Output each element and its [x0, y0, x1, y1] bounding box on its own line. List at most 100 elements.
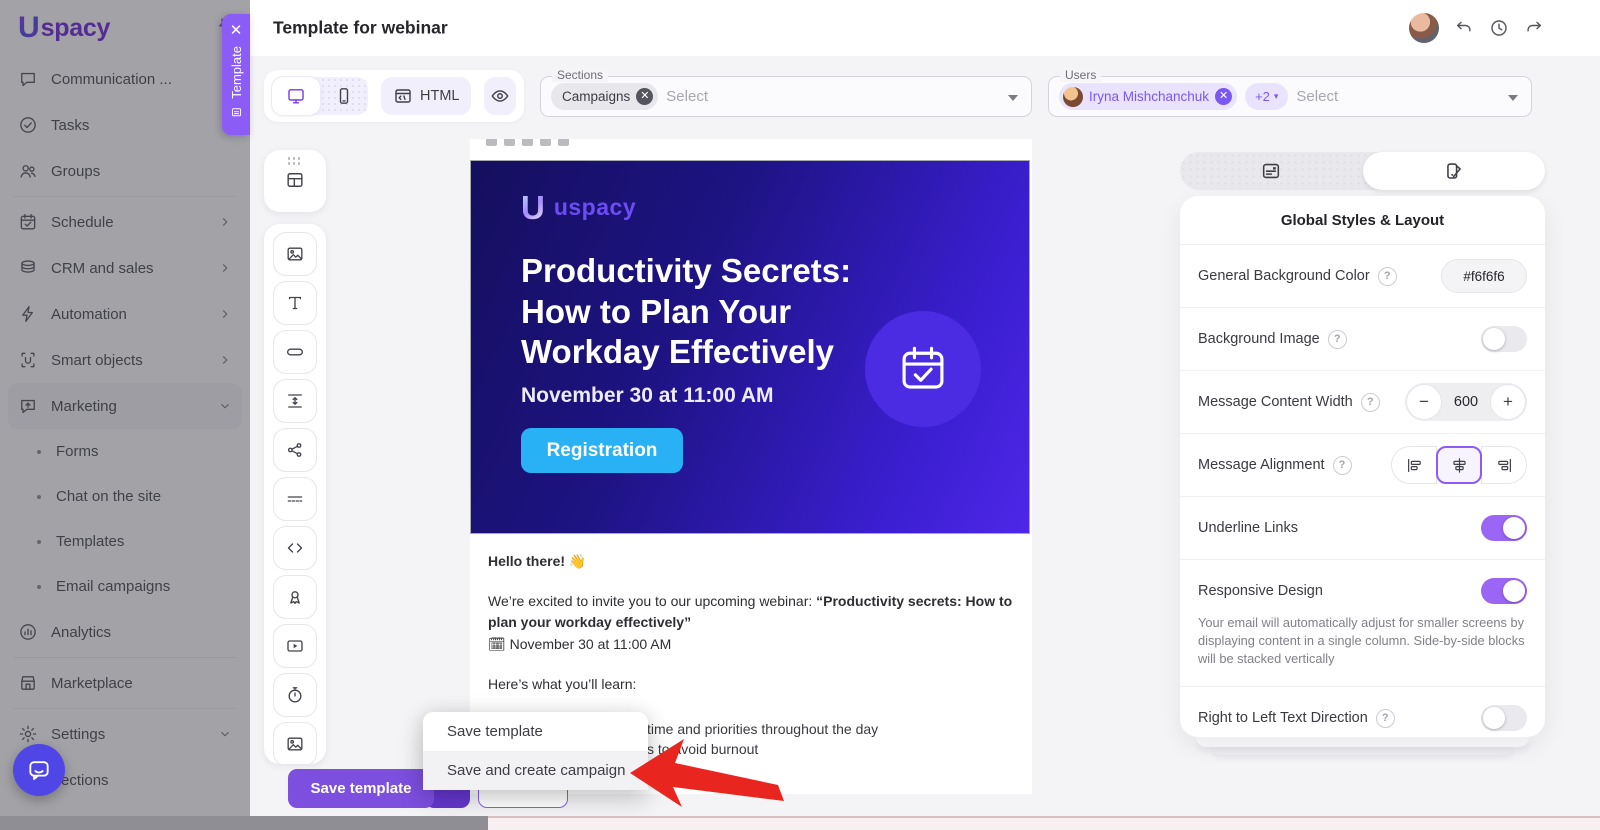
global-styles-panel: Global Styles & Layout General Backgroun…: [1180, 196, 1545, 737]
annotation-arrow: [626, 733, 788, 813]
ribbon-icon: [285, 587, 305, 607]
date-line: 🗓 November 30 at 11:00 AM: [488, 636, 671, 652]
help-icon[interactable]: ?: [1333, 456, 1352, 475]
button-icon: [285, 342, 305, 362]
more-users-chip[interactable]: +2▾: [1245, 83, 1288, 110]
registration-button[interactable]: Registration: [521, 428, 683, 473]
chat-bubble-button[interactable]: [13, 744, 65, 796]
layout-blocks-icon: [285, 170, 305, 190]
tool-code-button[interactable]: [273, 526, 317, 570]
align-left-button[interactable]: [1391, 446, 1437, 484]
tool-divider-button[interactable]: [273, 477, 317, 521]
timer-icon: [285, 685, 305, 705]
text-icon: [285, 293, 305, 313]
panel-row-label: Background Image: [1198, 331, 1320, 347]
mobile-view-button[interactable]: [320, 77, 368, 115]
remove-chip-icon[interactable]: ✕: [1215, 88, 1232, 105]
background-color-value[interactable]: #f6f6f6: [1441, 259, 1527, 293]
user-chip[interactable]: Iryna Mishchanchuk ✕: [1059, 83, 1237, 110]
topbar-actions: [1409, 0, 1544, 56]
decrement-button[interactable]: −: [1406, 384, 1442, 420]
remove-chip-icon[interactable]: ✕: [636, 88, 653, 105]
tool-image-button[interactable]: [273, 232, 317, 276]
width-value: 600: [1443, 394, 1489, 410]
tool-button-button[interactable]: [273, 330, 317, 374]
align-right-button[interactable]: [1481, 446, 1527, 484]
tool-spacer-button[interactable]: [273, 379, 317, 423]
save-dropdown-menu: Save templateSave and create campaign: [423, 712, 648, 790]
help-icon[interactable]: ?: [1376, 709, 1395, 728]
email-banner-image[interactable]: U uspacy Productivity Secrets:How to Pla…: [470, 160, 1030, 534]
tool-text-button[interactable]: [273, 281, 317, 325]
tool-timer-button[interactable]: [273, 673, 317, 717]
greeting-text: Hello there! 👋: [488, 551, 1018, 573]
toggle-on[interactable]: [1481, 578, 1527, 604]
panel-row: Right to Left Text Direction?: [1180, 686, 1545, 737]
user-avatar[interactable]: [1409, 13, 1439, 43]
chevron-down-icon[interactable]: [1508, 95, 1518, 101]
chevron-down-icon[interactable]: [1008, 95, 1018, 101]
close-icon[interactable]: ✕: [230, 23, 243, 38]
width-stepper: −600+: [1405, 383, 1527, 421]
image-icon: [285, 734, 305, 754]
html-view-button[interactable]: HTML: [381, 77, 471, 115]
view-mode-card: HTML: [264, 70, 524, 122]
block-tool-card[interactable]: [264, 150, 326, 212]
email-tab-icon: [1260, 160, 1282, 182]
phone-icon: [334, 86, 354, 106]
bottom-strip: [0, 816, 1600, 830]
panel-row: General Background Color?#f6f6f6: [1180, 245, 1545, 307]
panel-row-description: Your email will automatically adjust for…: [1198, 614, 1527, 668]
toggle-off[interactable]: [1481, 705, 1527, 731]
learn-text: Here’s what you’ll learn:: [488, 674, 1018, 696]
users-select[interactable]: Users Iryna Mishchanchuk ✕ +2▾ Select: [1048, 76, 1532, 117]
spacer-icon: [285, 391, 305, 411]
help-icon[interactable]: ?: [1378, 267, 1397, 286]
tool-video-button[interactable]: [273, 624, 317, 668]
chat-icon: [26, 757, 52, 783]
code-icon: [285, 538, 305, 558]
banner-logo: U uspacy: [521, 191, 636, 224]
settings-tabs: [1180, 152, 1545, 190]
banner-date: November 30 at 11:00 AM: [521, 384, 774, 408]
page-title: Template for webinar: [273, 18, 448, 39]
drag-handle-icon[interactable]: [288, 157, 303, 167]
preview-button[interactable]: [484, 77, 516, 115]
email-canvas[interactable]: U uspacy Productivity Secrets:How to Pla…: [470, 139, 1032, 794]
panel-row-label: Message Alignment: [1198, 457, 1325, 473]
toggle-on[interactable]: [1481, 515, 1527, 541]
tool-image-button[interactable]: [273, 722, 317, 764]
monitor-icon: [286, 86, 306, 106]
stacked-card: [1196, 737, 1529, 747]
align-center-button[interactable]: [1436, 446, 1482, 484]
users-select-label: Users: [1060, 68, 1101, 82]
save-template-button[interactable]: Save template: [288, 769, 434, 808]
clipped-block-toolbar: [486, 139, 569, 148]
toggle-off[interactable]: [1481, 326, 1527, 352]
redo-icon[interactable]: [1524, 18, 1544, 38]
banner-title: Productivity Secrets:How to Plan YourWor…: [521, 251, 851, 373]
help-icon[interactable]: ?: [1361, 393, 1380, 412]
email-body: Hello there! 👋 We’re excited to invite y…: [488, 551, 1018, 713]
template-drawer-tab[interactable]: ✕ Template: [222, 14, 250, 135]
menu-item-save-and-create-campaign[interactable]: Save and create campaign: [423, 751, 648, 790]
history-icon[interactable]: [1489, 18, 1509, 38]
tool-ribbon-button[interactable]: [273, 575, 317, 619]
desktop-view-button[interactable]: [272, 77, 320, 115]
divider-icon: [285, 489, 305, 509]
sections-chip[interactable]: Campaigns ✕: [551, 83, 658, 110]
undo-icon[interactable]: [1454, 18, 1474, 38]
tab-styles-settings[interactable]: [1363, 152, 1546, 190]
help-icon[interactable]: ?: [1328, 330, 1347, 349]
tool-social-button[interactable]: [273, 428, 317, 472]
menu-item-save-template[interactable]: Save template: [423, 712, 648, 751]
increment-button[interactable]: +: [1490, 384, 1526, 420]
styles-tab-icon: [1443, 160, 1465, 182]
sections-select[interactable]: Sections Campaigns ✕ Select: [540, 76, 1032, 117]
social-icon: [285, 440, 305, 460]
code-window-icon: [393, 86, 413, 106]
sidebar-dim-overlay: [0, 0, 250, 816]
users-placeholder: Select: [1296, 88, 1338, 105]
alignment-group: [1391, 446, 1527, 484]
tab-email-settings[interactable]: [1180, 152, 1363, 190]
